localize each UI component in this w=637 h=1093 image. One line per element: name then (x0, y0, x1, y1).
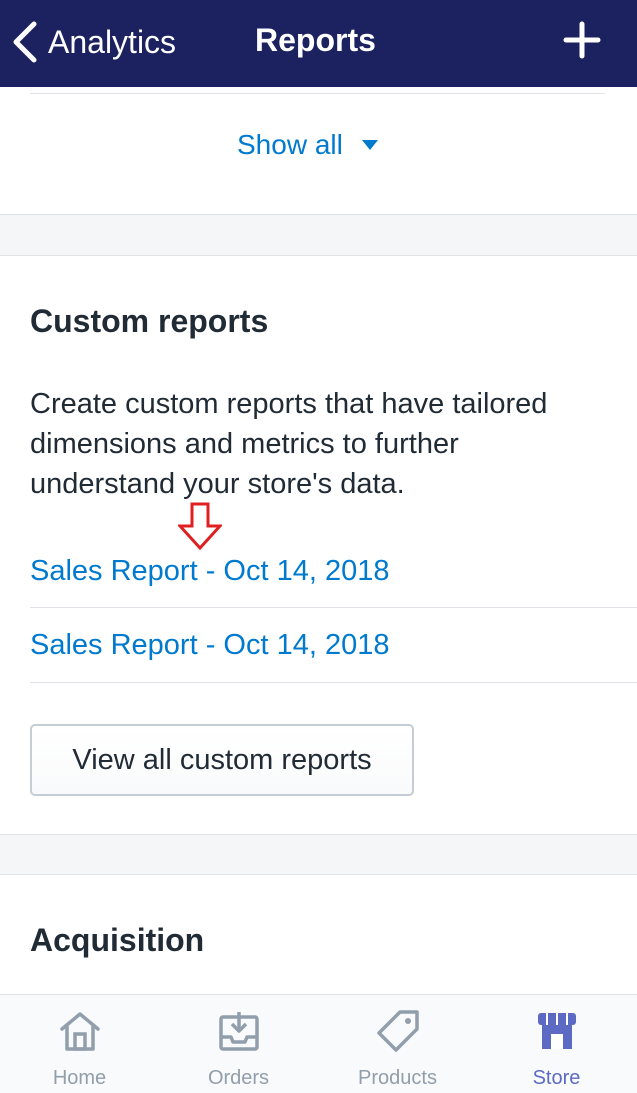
page-title: Reports (255, 22, 376, 58)
tab-label: Orders (207, 1067, 270, 1089)
reports-list-card: Show all (0, 87, 637, 215)
tab-products[interactable]: Products (318, 995, 477, 1093)
plus-icon (563, 21, 601, 59)
divider (30, 93, 605, 94)
tab-label: Products (358, 1067, 437, 1089)
custom-report-link[interactable]: Sales Report - Oct 14, 2018 (30, 535, 637, 607)
view-all-custom-reports-label: View all custom reports (72, 743, 372, 776)
caret-down-icon (361, 140, 378, 150)
chevron-left-icon (13, 21, 37, 63)
acquisition-heading: Acquisition (30, 922, 205, 958)
bottom-tab-bar: Home Orders Products Store (0, 994, 637, 1093)
add-button[interactable] (560, 18, 604, 62)
tag-icon (376, 1010, 419, 1052)
custom-report-link[interactable]: Sales Report - Oct 14, 2018 (30, 609, 637, 681)
custom-reports-description: Create custom reports that have tailored… (30, 388, 548, 500)
tab-orders[interactable]: Orders (159, 995, 318, 1093)
divider (30, 607, 637, 608)
show-all-button[interactable]: Show all (237, 129, 379, 161)
tab-store[interactable]: Store (477, 995, 636, 1093)
top-nav-bar: Analytics Reports (0, 0, 637, 87)
back-button[interactable]: Analytics (10, 18, 176, 66)
tab-label: Home (52, 1067, 107, 1089)
tab-home[interactable]: Home (0, 995, 159, 1093)
back-label: Analytics (48, 23, 177, 60)
view-all-custom-reports-button[interactable]: View all custom reports (30, 724, 414, 796)
orders-icon (218, 1012, 259, 1051)
custom-reports-heading: Custom reports (30, 303, 269, 339)
custom-reports-card: Custom reports Create custom reports tha… (0, 255, 637, 835)
show-all-label: Show all (237, 129, 343, 160)
home-icon (59, 1012, 100, 1051)
divider (30, 682, 637, 683)
tab-label: Store (532, 1067, 581, 1089)
acquisition-card: Acquisition (0, 874, 637, 1004)
store-icon (537, 1013, 576, 1049)
